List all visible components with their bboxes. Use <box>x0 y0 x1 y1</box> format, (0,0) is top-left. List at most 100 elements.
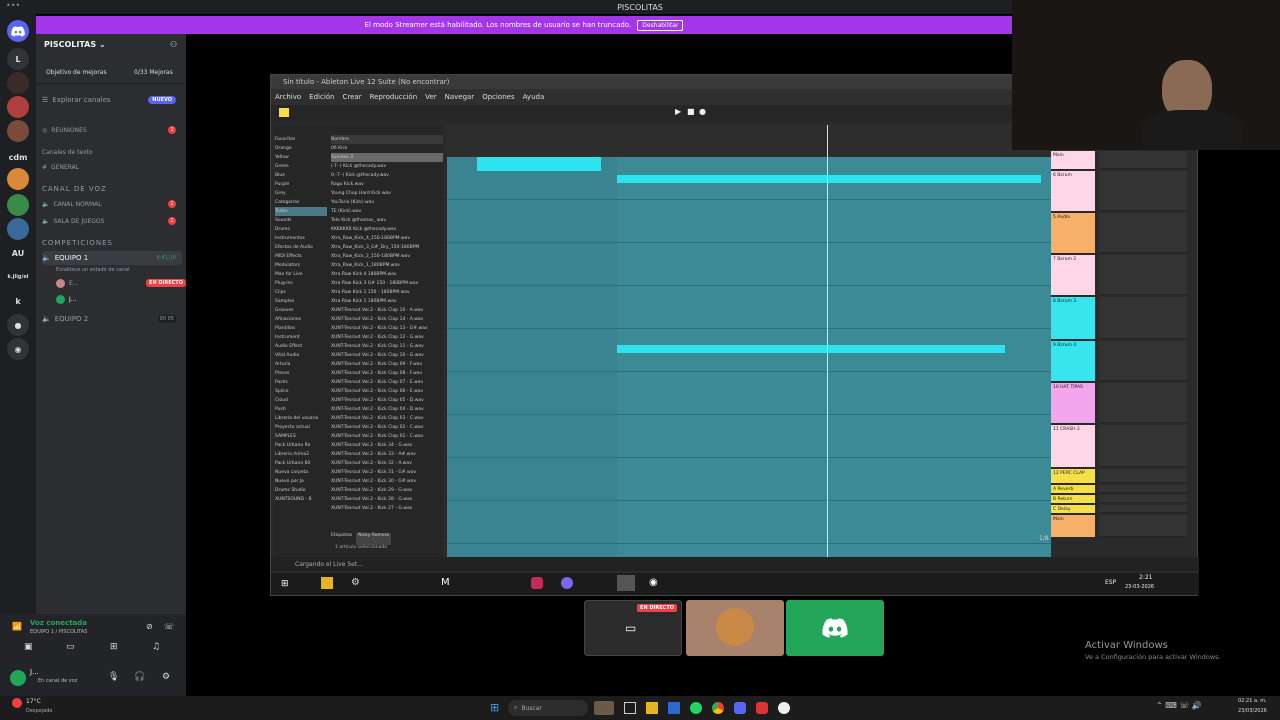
menu-navegar[interactable]: Navegar <box>445 93 475 101</box>
mixer-track-controls[interactable] <box>1099 151 1187 169</box>
mixer-track-controls[interactable] <box>1099 469 1187 483</box>
explore-servers-icon[interactable]: ◉ <box>7 338 29 360</box>
category-voice[interactable]: CANAL DE VOZ <box>42 182 182 196</box>
menu-crear[interactable]: Crear <box>343 93 362 101</box>
browser-category-item[interactable]: Sounds <box>275 216 327 225</box>
channel-sala-juegos[interactable]: 🔈 SALA DE JUEGOS 1 <box>42 214 182 228</box>
mixer-track-controls[interactable] <box>1099 485 1187 493</box>
browser-file-item[interactable]: XUNT-Tesrout Vol.2 - Kick Clap 11 - G.wa… <box>331 342 443 351</box>
track-lane[interactable] <box>447 415 1051 458</box>
timeline-ruler[interactable] <box>447 125 1051 157</box>
menu-edicion[interactable]: Edición <box>309 93 334 101</box>
disconnect-icon[interactable]: ☏ <box>164 622 174 631</box>
start-icon[interactable]: ⊞ <box>490 701 499 714</box>
browser-file-item[interactable]: (·T··) Kick @thecady.wav <box>331 162 443 171</box>
browser-file-item[interactable]: Tele Kick @thomas_.wav <box>331 216 443 225</box>
participant-discord-tile[interactable] <box>786 600 884 656</box>
mixer-track-controls[interactable] <box>1099 383 1187 423</box>
browser-file-item[interactable]: XUNT-Tesrout Vol.2 - Kick Clap 05 - D.wa… <box>331 396 443 405</box>
browser-file-item[interactable]: Sonidos 3 <box>331 153 443 162</box>
participant-avatar-tile[interactable] <box>686 600 784 656</box>
browser-category-item[interactable]: Arturia <box>275 360 327 369</box>
server-icon-k[interactable]: k <box>7 290 29 312</box>
category-competiciones[interactable]: COMPETICIONES <box>42 236 182 250</box>
soundboard-icon[interactable]: ♫ <box>152 642 160 652</box>
browser-file-item[interactable]: XUNT-Tesrout Vol.2 - Kick Clap 01 - C.wa… <box>331 432 443 441</box>
browser-category-item[interactable]: Todos <box>275 207 327 216</box>
browser-file-item[interactable]: XUNT-Tesrout Vol.2 - Kick 32 - A.wav <box>331 459 443 468</box>
browser-category-item[interactable]: Green <box>275 162 327 171</box>
server-avatar-2[interactable] <box>7 96 29 118</box>
obs-icon[interactable] <box>778 702 790 714</box>
settings-gear-icon[interactable]: ⚙ <box>162 672 170 682</box>
browser-file-item[interactable]: XUNT-Tesrout Vol.2 - Kick 34 - G.wav <box>331 441 443 450</box>
mixer-track-header[interactable]: C Delay <box>1051 505 1095 513</box>
browser-category-item[interactable]: XUNTSOUND - B <box>275 495 327 504</box>
midi-clip[interactable] <box>617 175 1041 183</box>
browser-category-item[interactable]: Plantillas <box>275 324 327 333</box>
play-icon[interactable]: ▶ <box>675 107 681 116</box>
browser-file-item[interactable]: Xtra Raw Kick 1 180BPM.wav <box>331 297 443 306</box>
browser-category-item[interactable]: Samples <box>275 297 327 306</box>
track-lane[interactable] <box>447 243 1051 286</box>
track-lane[interactable] <box>447 286 1051 329</box>
mixer-track-controls[interactable] <box>1099 171 1187 211</box>
browser-category-item[interactable]: Pack Urbano 60 <box>275 459 327 468</box>
mixer-track-controls[interactable] <box>1099 297 1187 339</box>
screen-share-icon[interactable]: ▭ <box>66 642 75 652</box>
browser-file-item[interactable]: XUNT-Tesrout Vol.2 - Kick Clap 08 - F.wa… <box>331 369 443 378</box>
browser-file-item[interactable]: Xtra_Raw_Kick_4_150-180BPM.wav <box>331 234 443 243</box>
mixer-track-header[interactable]: Main <box>1051 151 1095 169</box>
mixer-track-header[interactable]: A Reverb <box>1051 485 1095 493</box>
browser-file-item[interactable]: XUNT-Tesrout Vol.2 - Kick 31 - G#.wav <box>331 468 443 477</box>
channel-general[interactable]: # GENERAL <box>42 160 182 174</box>
server-avatar-6[interactable] <box>7 218 29 240</box>
browser-category-item[interactable]: Grooves <box>275 306 327 315</box>
metronome-indicator[interactable] <box>279 108 289 117</box>
browser-category-item[interactable]: Splice <box>275 387 327 396</box>
widgets-icon[interactable] <box>594 701 614 715</box>
tray-icons[interactable]: ⌃ ⌨ ☏ 🔊 <box>1156 701 1202 710</box>
server-icon-au[interactable]: AU <box>7 242 29 264</box>
browser-category-item[interactable]: Nueva carpeta <box>275 468 327 477</box>
browser-file-item[interactable]: XUNT-Tesrout Vol.2 - Kick Clap 07 - E.wa… <box>331 378 443 387</box>
browser-category-item[interactable]: Push <box>275 405 327 414</box>
menu-archivo[interactable]: Archivo <box>275 93 301 101</box>
activities-icon[interactable]: ⊞ <box>110 642 118 652</box>
browser-category-item[interactable]: Drums Studio <box>275 486 327 495</box>
browser-category-item[interactable]: Vital Audio <box>275 351 327 360</box>
browser-file-item[interactable]: XUNT-Tesrout Vol.2 - Kick Clap 04 - D.wa… <box>331 405 443 414</box>
browser-file-item[interactable]: Xtra Raw Kick 1 150 - 180BPM.wav <box>331 288 443 297</box>
mixer-track-header[interactable]: 6 Bzrum <box>1051 171 1095 211</box>
browser-file-item[interactable]: Young Chop Hard Kick.wav <box>331 189 443 198</box>
mixer-track-header[interactable]: B Return <box>1051 495 1095 503</box>
browser-file-item[interactable]: XUNT-Tesrout Vol.2 - Kick Clap 10 - G.wa… <box>331 351 443 360</box>
browser-category-item[interactable]: SAMPLES <box>275 432 327 441</box>
browser-file-item[interactable]: XUNT-Tesrout Vol.2 - Kick 33 - A#.wav <box>331 450 443 459</box>
mixer-track-header[interactable]: Main <box>1051 515 1095 537</box>
browser-file-item[interactable]: Nombre <box>331 135 443 144</box>
browser-category-item[interactable]: Nuevo por Ja <box>275 477 327 486</box>
mixer-track-header[interactable]: 5 Audio <box>1051 213 1095 253</box>
mixer-track-controls[interactable] <box>1099 341 1187 381</box>
menu-ayuda[interactable]: Ayuda <box>523 93 545 101</box>
disable-button[interactable]: Deshabilitar <box>637 19 684 31</box>
boost-goal[interactable]: Objetivo de mejoras 0/33 Mejoras <box>36 62 186 84</box>
tag-chip[interactable]: Nicky Romero <box>356 533 392 545</box>
mixer-track-controls[interactable] <box>1099 425 1187 467</box>
app-icon[interactable] <box>756 702 768 714</box>
mixer-track-header[interactable]: 12 PERC CLAP <box>1051 469 1095 483</box>
browser-category-item[interactable]: Max for Live <box>275 270 327 279</box>
channel-reuniones[interactable]: ◎ REUNIONES 1 <box>42 123 182 137</box>
microphone-icon[interactable]: 🎙 <box>108 672 119 682</box>
mixer-track-controls[interactable] <box>1099 255 1187 295</box>
browser-file-item[interactable]: Ragu Kick.wav <box>331 180 443 189</box>
browser-category-item[interactable]: Places <box>275 369 327 378</box>
server-avatar-3[interactable] <box>7 120 29 142</box>
browser-file-item[interactable]: XUNT-Tesrout Vol.2 - Kick Clap 02 - C.wa… <box>331 423 443 432</box>
browser-file-item[interactable]: Xtra_Raw_Kick_1_180BPM.wav <box>331 261 443 270</box>
browser-file-item[interactable]: KKKKKKK Kick @thecady.wav <box>331 225 443 234</box>
track-lane[interactable] <box>447 200 1051 243</box>
mixer-track-controls[interactable] <box>1099 505 1187 513</box>
mixer-track-header[interactable]: 7 Bzrum 2 <box>1051 255 1095 295</box>
